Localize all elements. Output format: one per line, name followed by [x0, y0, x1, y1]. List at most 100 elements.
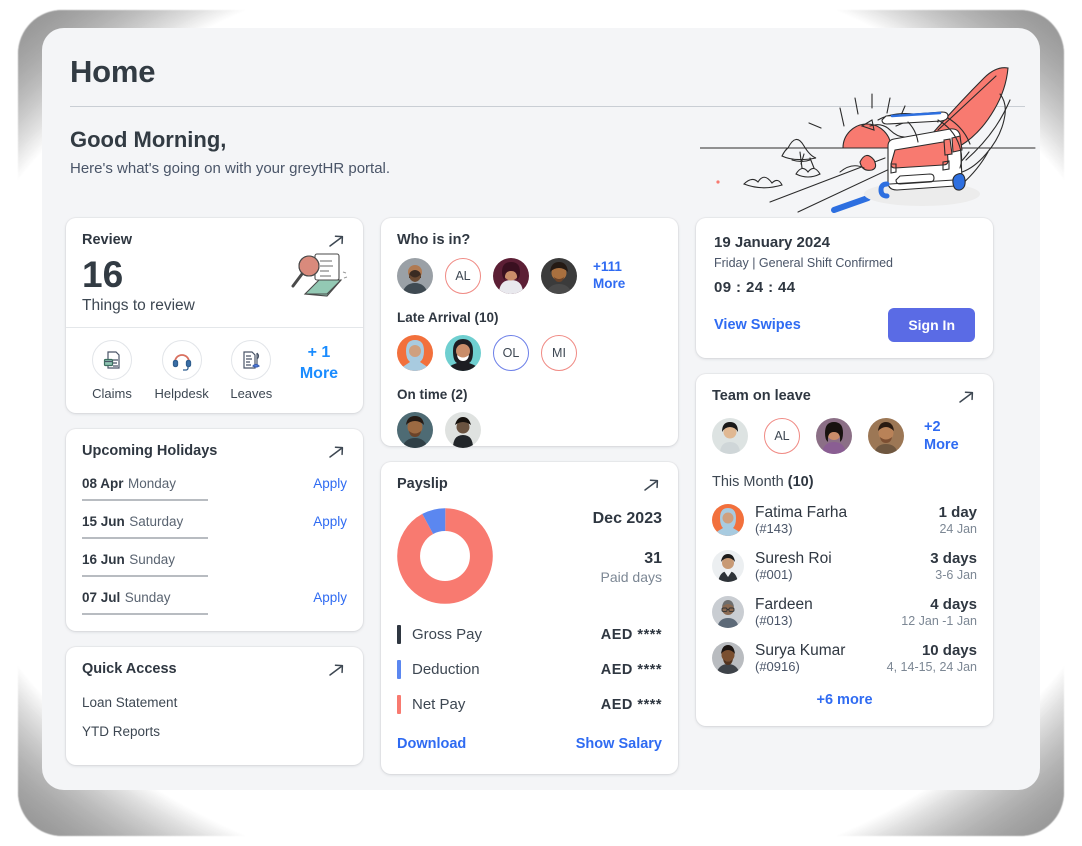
avatar-initials-text: AL: [774, 429, 790, 444]
on-time-label: On time (2): [397, 387, 468, 402]
leave-person-name: Fatima Farha: [755, 504, 848, 522]
this-month-label: This Month (10): [712, 474, 977, 490]
present-more-count: +111: [593, 259, 622, 275]
leave-person-info: Fatima Farha (#143): [744, 504, 939, 536]
avatar-initials[interactable]: AL: [764, 418, 800, 455]
on-time-avatar-row: [397, 412, 662, 448]
leave-days: 10 days: [921, 642, 977, 660]
review-more-link[interactable]: + 1 More: [289, 340, 349, 385]
holiday-row: 16 Jun Sunday: [82, 539, 347, 577]
holiday-row: 15 Jun Saturday Apply: [82, 501, 347, 539]
payslip-line-label: Deduction: [412, 661, 480, 678]
quick-access-item-loan-statement[interactable]: Loan Statement: [82, 695, 347, 710]
holiday-apply-link[interactable]: Apply: [313, 476, 347, 491]
review-actions: Claims Helpdesk Leaves + 1 More: [66, 328, 363, 413]
claims-icon-circle: [92, 339, 132, 380]
magnifier-envelope-illustration: [291, 253, 348, 297]
payslip-line-deduction: Deduction AED ****: [397, 660, 662, 679]
avatar[interactable]: [445, 412, 481, 448]
quick-access-item-ytd-reports[interactable]: YTD Reports: [82, 724, 347, 739]
avatar[interactable]: [397, 335, 433, 371]
avatar-initials[interactable]: MI: [541, 335, 577, 371]
column-middle: Who is in? AL +111 More Late Arrival (10…: [381, 218, 678, 774]
present-more-link[interactable]: +111 More: [593, 259, 625, 293]
late-arrival-avatar-row: OL MI: [397, 335, 662, 371]
holidays-card-title: Upcoming Holidays: [82, 442, 218, 459]
avatar[interactable]: [445, 335, 481, 371]
avatar-initials[interactable]: OL: [493, 335, 529, 371]
upcoming-holidays-card: Upcoming Holidays 08 Apr Monday Apply 15…: [66, 428, 363, 631]
leave-duration-info: 1 day 24 Jan: [939, 504, 977, 536]
review-action-helpdesk[interactable]: Helpdesk: [150, 339, 214, 401]
avatar-initials-text: AL: [455, 269, 471, 283]
team-on-leave-more-link[interactable]: +2 More: [924, 418, 977, 454]
payslip-card: Payslip Dec 2023 31 Paid days Gross Pay …: [381, 462, 678, 774]
payslip-paid-days: 31: [644, 550, 662, 567]
leave-days: 1 day: [938, 504, 977, 522]
who-is-in-card: Who is in? AL +111 More Late Arrival (10…: [381, 218, 678, 448]
leave-days: 4 days: [930, 596, 977, 614]
avatar-initials[interactable]: AL: [445, 258, 481, 294]
avatar[interactable]: [397, 412, 433, 448]
show-salary-link[interactable]: Show Salary: [576, 736, 662, 752]
holiday-day: Saturday: [129, 513, 184, 529]
avatar[interactable]: [712, 418, 748, 455]
team-leave-more-link[interactable]: +6 more: [712, 692, 977, 708]
title-divider: [70, 106, 1025, 107]
headset-icon: [172, 353, 191, 371]
present-avatar-row: AL +111 More: [397, 258, 662, 294]
avatar[interactable]: [816, 418, 852, 455]
holiday-date: 07 Jul: [82, 589, 121, 605]
leave-person-name: Fardeen: [755, 596, 813, 614]
holiday-date: 15 Jun: [82, 513, 125, 529]
arrow-up-right-icon[interactable]: [327, 661, 347, 681]
holiday-apply-link[interactable]: Apply: [313, 514, 347, 529]
review-card: Review 16 Things to review Claims Helpde…: [66, 218, 363, 413]
leave-list-item[interactable]: Suresh Roi (#001) 3 days 3-6 Jan: [712, 550, 977, 583]
avatar[interactable]: [541, 258, 577, 294]
review-action-claims[interactable]: Claims: [80, 339, 144, 401]
attendance-card: 19 January 2024 Friday | General Shift C…: [696, 218, 993, 358]
avatar: [712, 596, 744, 629]
payslip-line-value: AED ****: [600, 696, 662, 713]
leave-list-item[interactable]: Surya Kumar (#0916) 10 days 4, 14-15, 24…: [712, 642, 977, 675]
download-link[interactable]: Download: [397, 736, 466, 752]
arrow-up-right-icon[interactable]: [327, 443, 347, 463]
leave-list-item[interactable]: Fardeen (#013) 4 days 12 Jan -1 Jan: [712, 596, 977, 629]
arrow-up-right-icon[interactable]: [327, 232, 347, 252]
holiday-day: Sunday: [129, 551, 176, 567]
app-window: Home Good Morning, Here's what's going o…: [42, 28, 1040, 790]
holiday-date-group: 16 Jun Sunday: [82, 551, 242, 577]
legend-swatch-deduction: [397, 660, 401, 679]
holiday-apply-link[interactable]: Apply: [313, 590, 347, 605]
avatar[interactable]: [493, 258, 529, 294]
sign-in-button[interactable]: Sign In: [888, 308, 975, 342]
arrow-up-right-icon[interactable]: [642, 476, 662, 496]
column-right: 19 January 2024 Friday | General Shift C…: [696, 218, 993, 774]
attendance-footer: View Swipes Sign In: [714, 308, 975, 342]
view-swipes-link[interactable]: View Swipes: [714, 317, 801, 333]
payslip-line-value: AED ****: [600, 626, 662, 643]
holiday-date-group: 07 Jul Sunday: [82, 589, 242, 615]
review-action-leaves[interactable]: Leaves: [219, 339, 283, 401]
avatar[interactable]: [868, 418, 904, 455]
payslip-donut-chart: [397, 504, 507, 609]
screenshot-frame: Home Good Morning, Here's what's going o…: [0, 0, 1082, 846]
holiday-date: 08 Apr: [82, 475, 124, 491]
review-card-body: Review 16 Things to review: [66, 218, 363, 327]
avatar: [712, 642, 744, 675]
payslip-card-title: Payslip: [397, 476, 448, 492]
leave-duration-info: 4 days 12 Jan -1 Jan: [901, 596, 977, 628]
this-month-text: This Month: [712, 474, 788, 491]
quick-access-card: Quick Access Loan Statement YTD Reports: [66, 646, 363, 765]
review-action-label: Helpdesk: [154, 385, 209, 401]
avatar-initials-text: OL: [502, 346, 520, 360]
leave-list-item[interactable]: Fatima Farha (#143) 1 day 24 Jan: [712, 504, 977, 537]
holiday-date-group: 15 Jun Saturday: [82, 513, 242, 539]
holiday-row: 07 Jul Sunday Apply: [82, 577, 347, 615]
holiday-date-group: 08 Apr Monday: [82, 475, 242, 501]
arrow-up-right-icon[interactable]: [957, 388, 977, 408]
review-more-label: More: [299, 365, 339, 383]
avatar[interactable]: [397, 258, 433, 294]
leave-dates: 24 Jan: [939, 522, 977, 537]
